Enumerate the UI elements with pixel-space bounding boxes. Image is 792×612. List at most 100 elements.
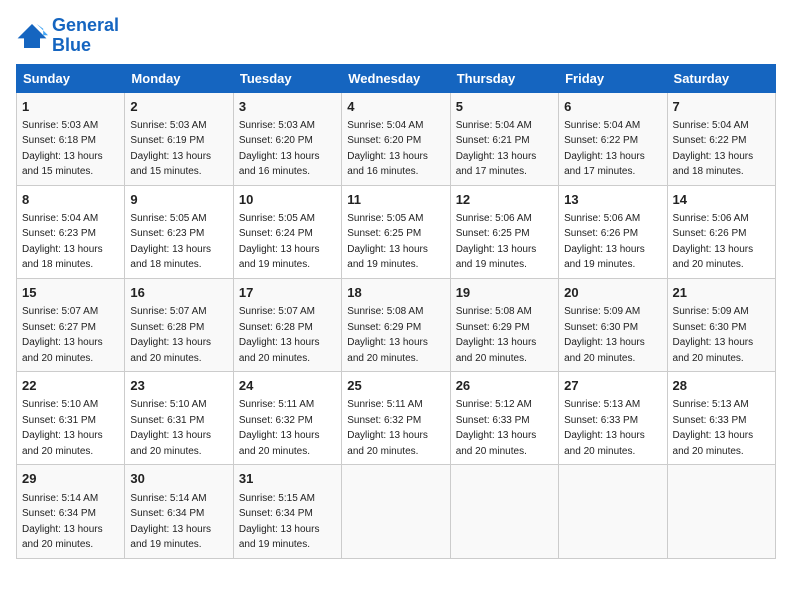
day-number: 22 — [22, 377, 119, 395]
calendar-cell: 23 Sunrise: 5:10 AMSunset: 6:31 PMDayligh… — [125, 372, 233, 465]
day-number: 16 — [130, 284, 227, 302]
day-number: 13 — [564, 191, 661, 209]
day-info: Sunrise: 5:13 AMSunset: 6:33 PMDaylight:… — [564, 399, 645, 457]
day-number: 24 — [239, 377, 336, 395]
day-info: Sunrise: 5:07 AMSunset: 6:28 PMDaylight:… — [239, 306, 320, 364]
day-info: Sunrise: 5:03 AMSunset: 6:19 PMDaylight:… — [130, 120, 211, 178]
day-info: Sunrise: 5:14 AMSunset: 6:34 PMDaylight:… — [130, 493, 211, 551]
day-info: Sunrise: 5:14 AMSunset: 6:34 PMDaylight:… — [22, 493, 103, 551]
calendar-cell: 25 Sunrise: 5:11 AMSunset: 6:32 PMDayligh… — [342, 372, 450, 465]
calendar-cell — [450, 465, 558, 558]
calendar-cell: 2 Sunrise: 5:03 AMSunset: 6:19 PMDaylight… — [125, 92, 233, 185]
calendar-cell: 7 Sunrise: 5:04 AMSunset: 6:22 PMDaylight… — [667, 92, 775, 185]
day-info: Sunrise: 5:07 AMSunset: 6:28 PMDaylight:… — [130, 306, 211, 364]
calendar-cell: 22 Sunrise: 5:10 AMSunset: 6:31 PMDayligh… — [17, 372, 125, 465]
day-info: Sunrise: 5:04 AMSunset: 6:23 PMDaylight:… — [22, 213, 103, 271]
calendar-week-4: 22 Sunrise: 5:10 AMSunset: 6:31 PMDayligh… — [17, 372, 776, 465]
header-tuesday: Tuesday — [233, 64, 341, 92]
day-number: 30 — [130, 470, 227, 488]
day-number: 9 — [130, 191, 227, 209]
header-thursday: Thursday — [450, 64, 558, 92]
day-info: Sunrise: 5:11 AMSunset: 6:32 PMDaylight:… — [239, 399, 320, 457]
calendar-cell: 10 Sunrise: 5:05 AMSunset: 6:24 PMDayligh… — [233, 185, 341, 278]
day-number: 19 — [456, 284, 553, 302]
day-info: Sunrise: 5:07 AMSunset: 6:27 PMDaylight:… — [22, 306, 103, 364]
page-header: General Blue — [16, 16, 776, 56]
calendar-cell: 4 Sunrise: 5:04 AMSunset: 6:20 PMDaylight… — [342, 92, 450, 185]
day-number: 11 — [347, 191, 444, 209]
calendar-week-3: 15 Sunrise: 5:07 AMSunset: 6:27 PMDayligh… — [17, 278, 776, 371]
day-number: 23 — [130, 377, 227, 395]
day-info: Sunrise: 5:04 AMSunset: 6:21 PMDaylight:… — [456, 120, 537, 178]
day-info: Sunrise: 5:08 AMSunset: 6:29 PMDaylight:… — [456, 306, 537, 364]
calendar-cell: 14Sunrise: 5:06 AMSunset: 6:26 PMDayligh… — [667, 185, 775, 278]
day-info: Sunrise: 5:03 AMSunset: 6:20 PMDaylight:… — [239, 120, 320, 178]
day-number: 10 — [239, 191, 336, 209]
day-info: Sunrise: 5:04 AMSunset: 6:22 PMDaylight:… — [564, 120, 645, 178]
day-number: 1 — [22, 98, 119, 116]
calendar-cell — [559, 465, 667, 558]
calendar-cell: 19 Sunrise: 5:08 AMSunset: 6:29 PMDayligh… — [450, 278, 558, 371]
day-info: Sunrise: 5:10 AMSunset: 6:31 PMDaylight:… — [130, 399, 211, 457]
calendar-week-2: 8 Sunrise: 5:04 AMSunset: 6:23 PMDaylight… — [17, 185, 776, 278]
day-number: 27 — [564, 377, 661, 395]
calendar-cell: 30 Sunrise: 5:14 AMSunset: 6:34 PMDayligh… — [125, 465, 233, 558]
day-info: Sunrise: 5:11 AMSunset: 6:32 PMDaylight:… — [347, 399, 428, 457]
day-number: 25 — [347, 377, 444, 395]
calendar-cell: 11 Sunrise: 5:05 AMSunset: 6:25 PMDayligh… — [342, 185, 450, 278]
day-number: 12 — [456, 191, 553, 209]
day-info: Sunrise: 5:04 AMSunset: 6:22 PMDaylight:… — [673, 120, 754, 178]
calendar-cell: 15 Sunrise: 5:07 AMSunset: 6:27 PMDayligh… — [17, 278, 125, 371]
calendar-cell — [342, 465, 450, 558]
header-sunday: Sunday — [17, 64, 125, 92]
day-info: Sunrise: 5:03 AMSunset: 6:18 PMDaylight:… — [22, 120, 103, 178]
calendar-cell: 13 Sunrise: 5:06 AMSunset: 6:26 PMDayligh… — [559, 185, 667, 278]
day-info: Sunrise: 5:15 AMSunset: 6:34 PMDaylight:… — [239, 493, 320, 551]
day-info: Sunrise: 5:13 AMSunset: 6:33 PMDaylight:… — [673, 399, 754, 457]
calendar-cell: 8 Sunrise: 5:04 AMSunset: 6:23 PMDaylight… — [17, 185, 125, 278]
day-number: 15 — [22, 284, 119, 302]
header-saturday: Saturday — [667, 64, 775, 92]
day-info: Sunrise: 5:04 AMSunset: 6:20 PMDaylight:… — [347, 120, 428, 178]
calendar-cell: 12 Sunrise: 5:06 AMSunset: 6:25 PMDayligh… — [450, 185, 558, 278]
day-number: 28 — [673, 377, 770, 395]
day-info: Sunrise: 5:06 AMSunset: 6:25 PMDaylight:… — [456, 213, 537, 271]
calendar-cell: 18Sunrise: 5:08 AMSunset: 6:29 PMDayligh… — [342, 278, 450, 371]
day-number: 7 — [673, 98, 770, 116]
day-number: 17 — [239, 284, 336, 302]
day-number: 21 — [673, 284, 770, 302]
calendar-header: SundayMondayTuesdayWednesdayThursdayFrid… — [17, 64, 776, 92]
day-number: 5 — [456, 98, 553, 116]
calendar-cell: 5 Sunrise: 5:04 AMSunset: 6:21 PMDaylight… — [450, 92, 558, 185]
day-number: 8 — [22, 191, 119, 209]
header-friday: Friday — [559, 64, 667, 92]
day-info: Sunrise: 5:05 AMSunset: 6:24 PMDaylight:… — [239, 213, 320, 271]
day-info: Sunrise: 5:06 AMSunset: 6:26 PMDaylight:… — [564, 213, 645, 271]
calendar-cell: 16 Sunrise: 5:07 AMSunset: 6:28 PMDayligh… — [125, 278, 233, 371]
day-info: Sunrise: 5:09 AMSunset: 6:30 PMDaylight:… — [673, 306, 754, 364]
calendar-cell: 29 Sunrise: 5:14 AMSunset: 6:34 PMDayligh… — [17, 465, 125, 558]
day-info: Sunrise: 5:10 AMSunset: 6:31 PMDaylight:… — [22, 399, 103, 457]
calendar-cell: 26Sunrise: 5:12 AMSunset: 6:33 PMDayligh… — [450, 372, 558, 465]
day-info: Sunrise: 5:08 AMSunset: 6:29 PMDaylight:… — [347, 306, 428, 364]
day-number: 4 — [347, 98, 444, 116]
day-number: 2 — [130, 98, 227, 116]
calendar-cell: 31Sunrise: 5:15 AMSunset: 6:34 PMDayligh… — [233, 465, 341, 558]
day-number: 14 — [673, 191, 770, 209]
calendar-cell: 27 Sunrise: 5:13 AMSunset: 6:33 PMDayligh… — [559, 372, 667, 465]
day-number: 26 — [456, 377, 553, 395]
calendar-cell: 21 Sunrise: 5:09 AMSunset: 6:30 PMDayligh… — [667, 278, 775, 371]
calendar-cell: 3 Sunrise: 5:03 AMSunset: 6:20 PMDaylight… — [233, 92, 341, 185]
calendar-cell: 17 Sunrise: 5:07 AMSunset: 6:28 PMDayligh… — [233, 278, 341, 371]
calendar-week-5: 29 Sunrise: 5:14 AMSunset: 6:34 PMDayligh… — [17, 465, 776, 558]
calendar-cell: 28 Sunrise: 5:13 AMSunset: 6:33 PMDayligh… — [667, 372, 775, 465]
calendar-cell: 20Sunrise: 5:09 AMSunset: 6:30 PMDayligh… — [559, 278, 667, 371]
calendar-week-1: 1 Sunrise: 5:03 AMSunset: 6:18 PMDaylight… — [17, 92, 776, 185]
calendar-cell: 9Sunrise: 5:05 AMSunset: 6:23 PMDaylight… — [125, 185, 233, 278]
calendar-cell: 24 Sunrise: 5:11 AMSunset: 6:32 PMDayligh… — [233, 372, 341, 465]
day-number: 29 — [22, 470, 119, 488]
logo: General Blue — [16, 16, 119, 56]
logo-text: General Blue — [52, 16, 119, 56]
day-number: 3 — [239, 98, 336, 116]
day-info: Sunrise: 5:05 AMSunset: 6:25 PMDaylight:… — [347, 213, 428, 271]
